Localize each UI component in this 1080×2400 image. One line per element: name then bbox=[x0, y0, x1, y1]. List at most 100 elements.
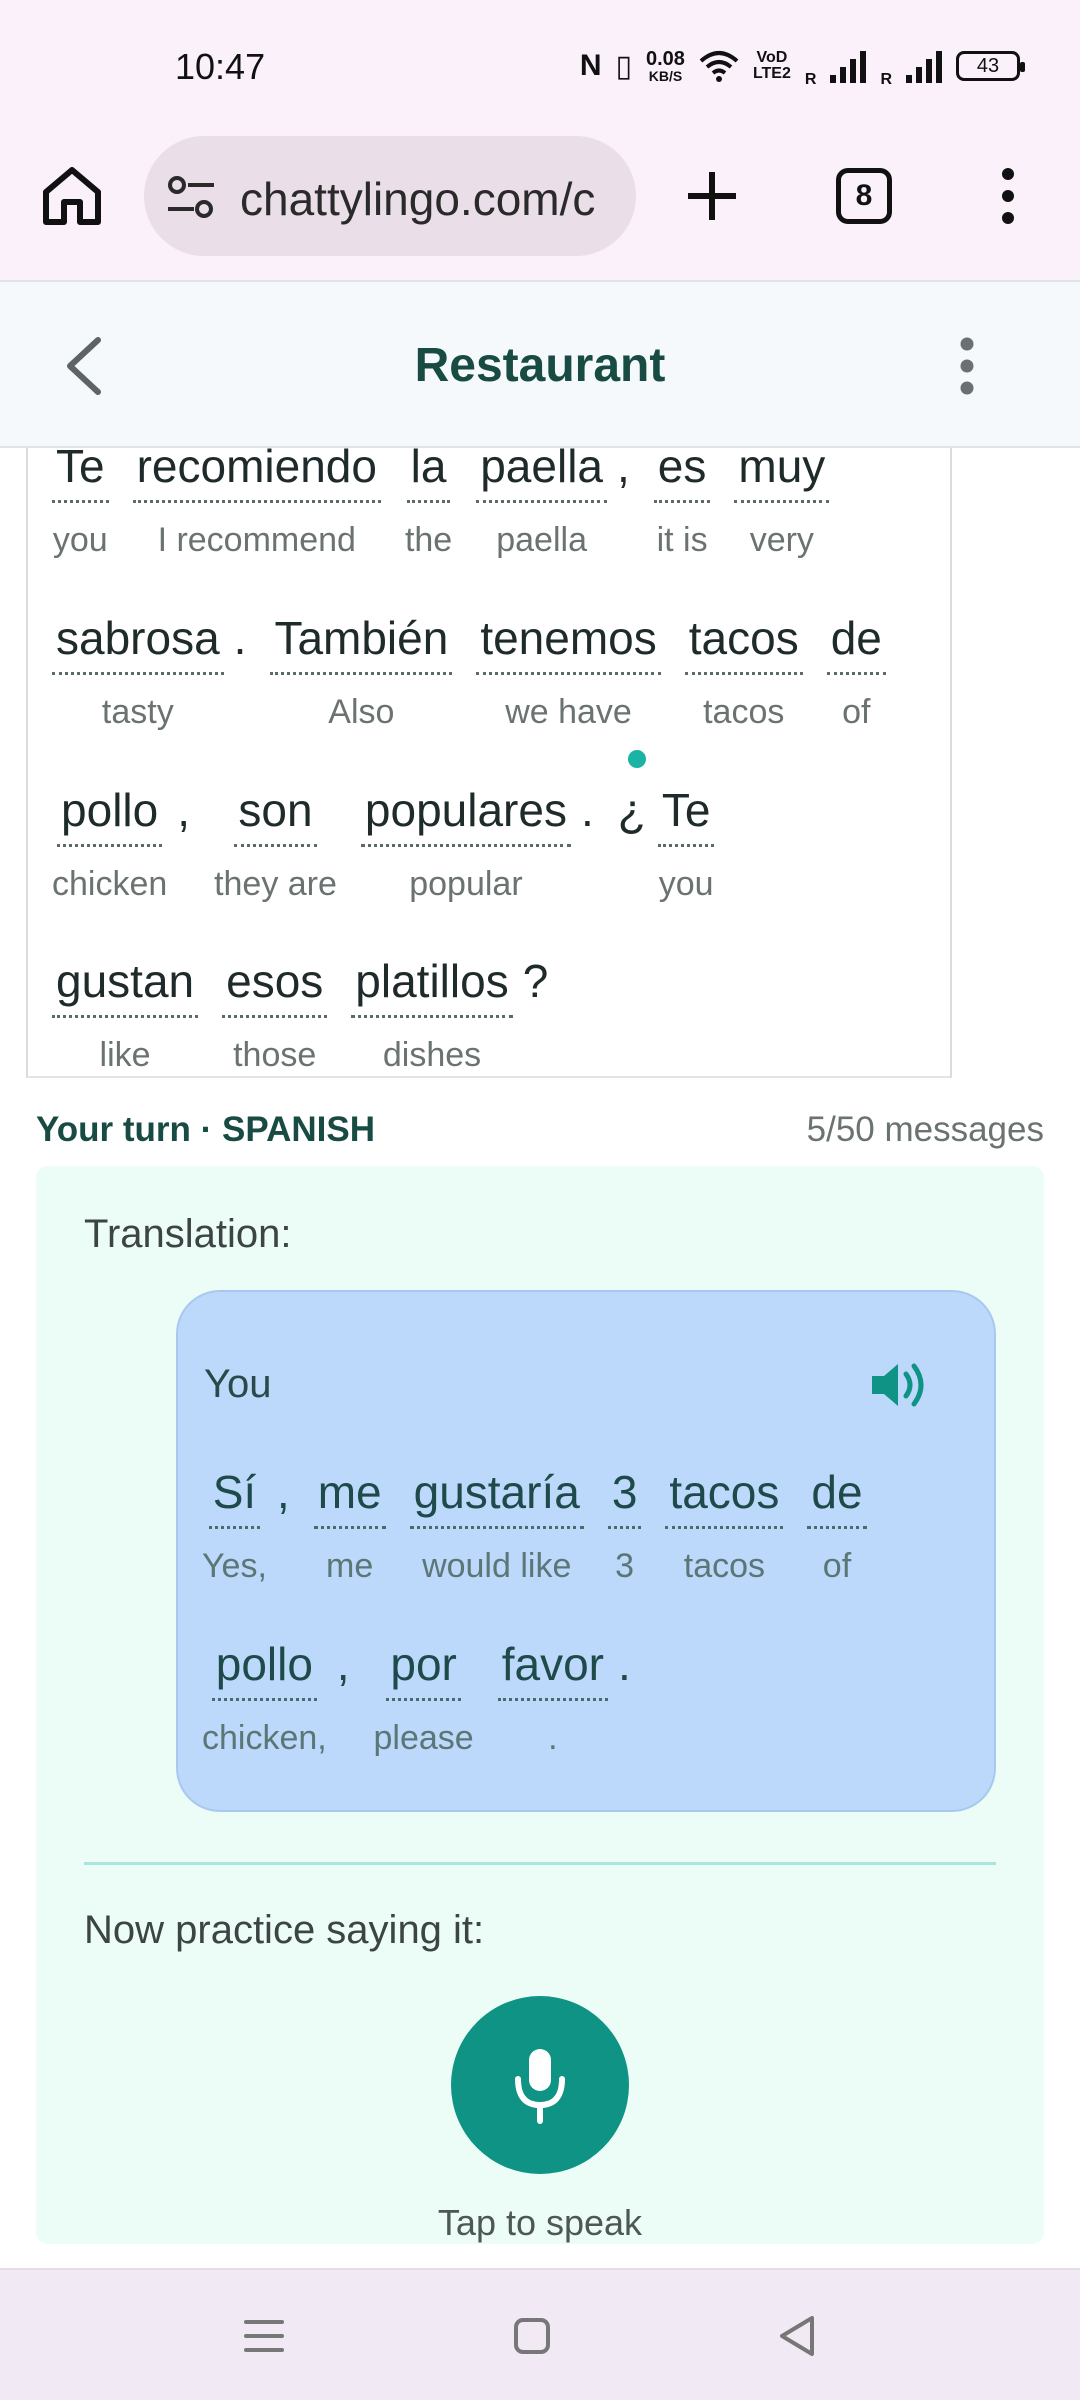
word-token[interactable]: por please bbox=[374, 1636, 474, 1758]
turn-label: Your turn · SPANISH bbox=[36, 1110, 375, 1149]
word-token[interactable]: tacos tacos bbox=[665, 1464, 784, 1586]
plus-icon[interactable] bbox=[680, 164, 744, 228]
practice-panel: Translation: You Sí Yes,, me me gustaría woul… bbox=[36, 1166, 1044, 2244]
word-translation: we have bbox=[505, 693, 632, 731]
word-token[interactable]: Te you bbox=[52, 448, 109, 560]
punctuation: . bbox=[617, 1638, 631, 1690]
ai-message-card: Te you recomiendo I recommend la the paella pae… bbox=[26, 448, 952, 1078]
kebab-icon[interactable] bbox=[950, 334, 984, 398]
page-title: Restaurant bbox=[414, 339, 666, 392]
word-text: de bbox=[807, 1464, 867, 1529]
word-text: muy bbox=[734, 448, 830, 503]
word-text: esos bbox=[222, 953, 328, 1018]
word-token[interactable]: populares popular bbox=[360, 782, 571, 904]
word-translation: those bbox=[233, 1036, 317, 1074]
punctuation: . bbox=[233, 612, 247, 664]
home-icon[interactable] bbox=[38, 162, 106, 230]
word-translation: . bbox=[548, 1719, 558, 1757]
word-token[interactable]: de of bbox=[807, 1464, 867, 1586]
word-token[interactable]: platillos dishes bbox=[351, 953, 513, 1075]
word-translation: tasty bbox=[101, 693, 174, 731]
divider bbox=[84, 1862, 996, 1865]
message-line: Te you recomiendo I recommend la the paella pae… bbox=[52, 448, 853, 560]
word-translation: of bbox=[822, 1547, 852, 1585]
word-token[interactable]: de of bbox=[826, 610, 886, 732]
word-translation: chicken, bbox=[202, 1719, 327, 1757]
volte-icon: VoD LTE2 bbox=[752, 49, 791, 82]
word-token[interactable]: pollo chicken, bbox=[202, 1636, 327, 1758]
message-line: pollo chicken, son they are populares popular… bbox=[52, 782, 738, 904]
word-token[interactable]: la the bbox=[405, 448, 452, 560]
punctuation: ? bbox=[522, 955, 549, 1007]
network-speed: 0.08 KB/S bbox=[646, 48, 685, 84]
punctuation: , bbox=[617, 448, 630, 492]
sim1-roaming: R bbox=[804, 71, 817, 88]
punctuation: . bbox=[580, 784, 594, 836]
punctuation: ¿ bbox=[617, 784, 646, 836]
nav-home-icon[interactable] bbox=[502, 2306, 562, 2366]
word-token[interactable]: paella paella bbox=[476, 448, 607, 560]
word-token[interactable]: son they are bbox=[214, 782, 337, 904]
word-translation: you bbox=[658, 865, 714, 903]
word-text: tacos bbox=[665, 1464, 784, 1529]
word-text: platillos bbox=[351, 953, 513, 1018]
microphone-button[interactable] bbox=[451, 1996, 629, 2174]
word-token[interactable]: También Also bbox=[270, 610, 453, 732]
word-text: es bbox=[653, 448, 711, 503]
word-text: por bbox=[386, 1636, 461, 1701]
word-translation: me bbox=[326, 1547, 374, 1585]
word-text: de bbox=[826, 610, 886, 675]
word-token[interactable]: esos those bbox=[222, 953, 328, 1075]
word-translation: paella bbox=[496, 521, 587, 559]
word-translation: Yes, bbox=[202, 1547, 267, 1585]
site-settings-icon[interactable] bbox=[166, 174, 216, 220]
punctuation: , bbox=[336, 1638, 350, 1690]
word-token[interactable]: recomiendo I recommend bbox=[132, 448, 381, 560]
more-vert-icon[interactable] bbox=[988, 166, 1028, 226]
word-translation: please bbox=[373, 1719, 474, 1757]
word-token[interactable]: 33 bbox=[607, 1464, 642, 1586]
word-token[interactable]: tacos tacos bbox=[684, 610, 803, 732]
nav-menu-icon[interactable] bbox=[234, 2306, 294, 2366]
word-token[interactable]: gustaría would like bbox=[409, 1464, 584, 1586]
word-text: También bbox=[270, 610, 453, 675]
highlight-dot bbox=[628, 750, 646, 768]
word-translation: tacos bbox=[683, 1547, 766, 1585]
message-line: Sí Yes,, me me gustaría would like 3 3 tacos taco… bbox=[202, 1464, 891, 1586]
word-token[interactable]: Te you bbox=[657, 782, 715, 904]
word-translation: it is bbox=[656, 521, 708, 559]
word-token[interactable]: tenemos we have bbox=[476, 610, 661, 732]
address-bar[interactable]: chattylingo.com/c bbox=[144, 136, 636, 256]
message-line: pollo chicken,, por please favor.. bbox=[202, 1636, 655, 1758]
word-token[interactable]: Sí Yes, bbox=[202, 1464, 267, 1586]
word-translation: like bbox=[99, 1036, 151, 1074]
word-text: sabrosa bbox=[52, 610, 224, 675]
wifi-icon bbox=[699, 51, 739, 82]
tabs-icon[interactable]: 8 bbox=[836, 168, 892, 224]
word-token[interactable]: me me bbox=[313, 1464, 386, 1586]
nav-back-icon[interactable] bbox=[768, 2306, 828, 2366]
message-line: gustan like esos those platillos dishes? bbox=[52, 953, 572, 1075]
word-text: tenemos bbox=[476, 610, 661, 675]
word-token[interactable]: muy very bbox=[734, 448, 830, 560]
word-text: pollo bbox=[211, 1636, 317, 1701]
conversation-scroll-area[interactable]: Te you recomiendo I recommend la the paella pae… bbox=[0, 448, 1080, 1080]
word-translation: chicken bbox=[52, 865, 168, 903]
word-token[interactable]: pollo chicken bbox=[52, 782, 167, 904]
message-count: 5/50 messages bbox=[806, 1110, 1044, 1149]
system-nav-bar bbox=[0, 2268, 1080, 2400]
word-token[interactable]: sabrosa tasty bbox=[52, 610, 224, 732]
word-translation: popular bbox=[409, 865, 523, 903]
word-token[interactable]: es it is bbox=[653, 448, 711, 560]
word-text: favor bbox=[497, 1636, 608, 1701]
word-text: Te bbox=[657, 782, 715, 847]
speaker-icon[interactable] bbox=[868, 1358, 930, 1412]
word-text: populares bbox=[360, 782, 571, 847]
punctuation: , bbox=[276, 1466, 290, 1518]
practice-label: Now practice saying it: bbox=[84, 1908, 485, 1952]
microphone-icon bbox=[515, 2049, 565, 2124]
word-token[interactable]: gustan like bbox=[52, 953, 199, 1075]
speaker-name: You bbox=[204, 1362, 272, 1406]
message-line: sabrosa tasty. También Also tenemos we have ta… bbox=[52, 610, 910, 732]
word-token[interactable]: favor. bbox=[497, 1636, 608, 1758]
